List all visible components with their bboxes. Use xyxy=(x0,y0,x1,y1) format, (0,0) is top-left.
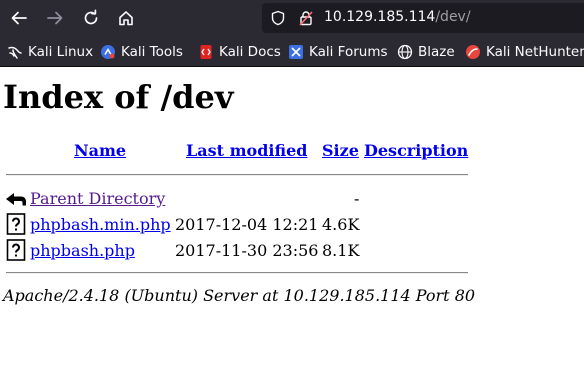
file-link-phpbash-min[interactable]: phpbash.min.php xyxy=(30,215,171,234)
bookmark-kali-forums[interactable]: Kali Forums xyxy=(288,43,388,61)
chrome-divider xyxy=(0,66,584,67)
bookmark-blaze[interactable]: Blaze xyxy=(397,43,455,61)
parent-directory-link[interactable]: Parent Directory xyxy=(30,189,165,208)
unknown-file-icon xyxy=(6,213,26,235)
kali-forums-icon xyxy=(289,45,303,59)
size-cell: - xyxy=(354,189,360,208)
reload-icon xyxy=(84,9,98,25)
url-path: /dev/ xyxy=(435,9,471,25)
bookmark-kali-nethunter[interactable]: Kali NetHunter xyxy=(465,43,584,61)
modified-cell: 2017-12-04 12:21 xyxy=(175,215,319,234)
column-header-last-modified[interactable]: Last modified xyxy=(186,141,307,160)
globe-icon xyxy=(397,44,413,60)
bookmark-kali-tools[interactable]: Kali Tools xyxy=(100,43,183,61)
footer-divider xyxy=(6,272,468,274)
back-arrow-icon xyxy=(11,11,27,25)
bookmark-label: Kali Forums xyxy=(309,44,388,60)
column-header-size[interactable]: Size xyxy=(322,141,359,160)
bookmarks-toolbar: Kali Linux Kali Tools Kali Docs Kali For… xyxy=(0,36,584,66)
page-title: Index of /dev xyxy=(3,78,234,116)
shield-icon[interactable] xyxy=(270,10,286,26)
home-icon xyxy=(119,11,133,26)
url-text[interactable]: 10.129.185.114/dev/ xyxy=(324,9,471,25)
column-header-name[interactable]: Name xyxy=(74,141,126,160)
file-link-phpbash[interactable]: phpbash.php xyxy=(30,241,135,260)
url-bar[interactable]: 10.129.185.114/dev/ xyxy=(262,3,584,33)
back-folder-icon xyxy=(6,193,26,206)
back-button[interactable] xyxy=(5,5,33,31)
nethunter-icon xyxy=(466,45,480,59)
bookmark-kali-linux[interactable]: Kali Linux xyxy=(7,43,93,61)
size-cell: 4.6K xyxy=(322,215,360,234)
home-button[interactable] xyxy=(112,5,140,31)
bookmark-label: Kali Tools xyxy=(121,44,183,60)
bookmark-label: Kali Docs xyxy=(219,44,281,60)
forward-button[interactable] xyxy=(41,5,69,31)
url-host: 10.129.185.114 xyxy=(324,9,436,25)
bookmark-label: Blaze xyxy=(418,44,455,60)
column-header-description[interactable]: Description xyxy=(364,141,468,160)
bookmark-label: Kali Linux xyxy=(28,44,94,60)
browser-toolbar: 10.129.185.114/dev/ xyxy=(0,0,584,36)
unknown-file-icon xyxy=(6,239,26,261)
server-signature: Apache/2.4.18 (Ubuntu) Server at 10.129.… xyxy=(3,286,476,305)
size-cell: 8.1K xyxy=(322,241,360,260)
reload-button[interactable] xyxy=(77,5,105,31)
bookmark-kali-docs[interactable]: Kali Docs xyxy=(198,43,281,61)
forward-arrow-icon xyxy=(47,11,63,25)
insecure-lock-icon[interactable] xyxy=(298,10,314,26)
modified-cell: 2017-11-30 23:56 xyxy=(175,241,319,260)
kali-dragon-icon xyxy=(8,46,22,59)
kali-docs-icon xyxy=(200,45,212,59)
bookmark-label: Kali NetHunter xyxy=(486,44,584,60)
header-divider xyxy=(6,174,468,176)
kali-tools-icon xyxy=(101,45,115,59)
